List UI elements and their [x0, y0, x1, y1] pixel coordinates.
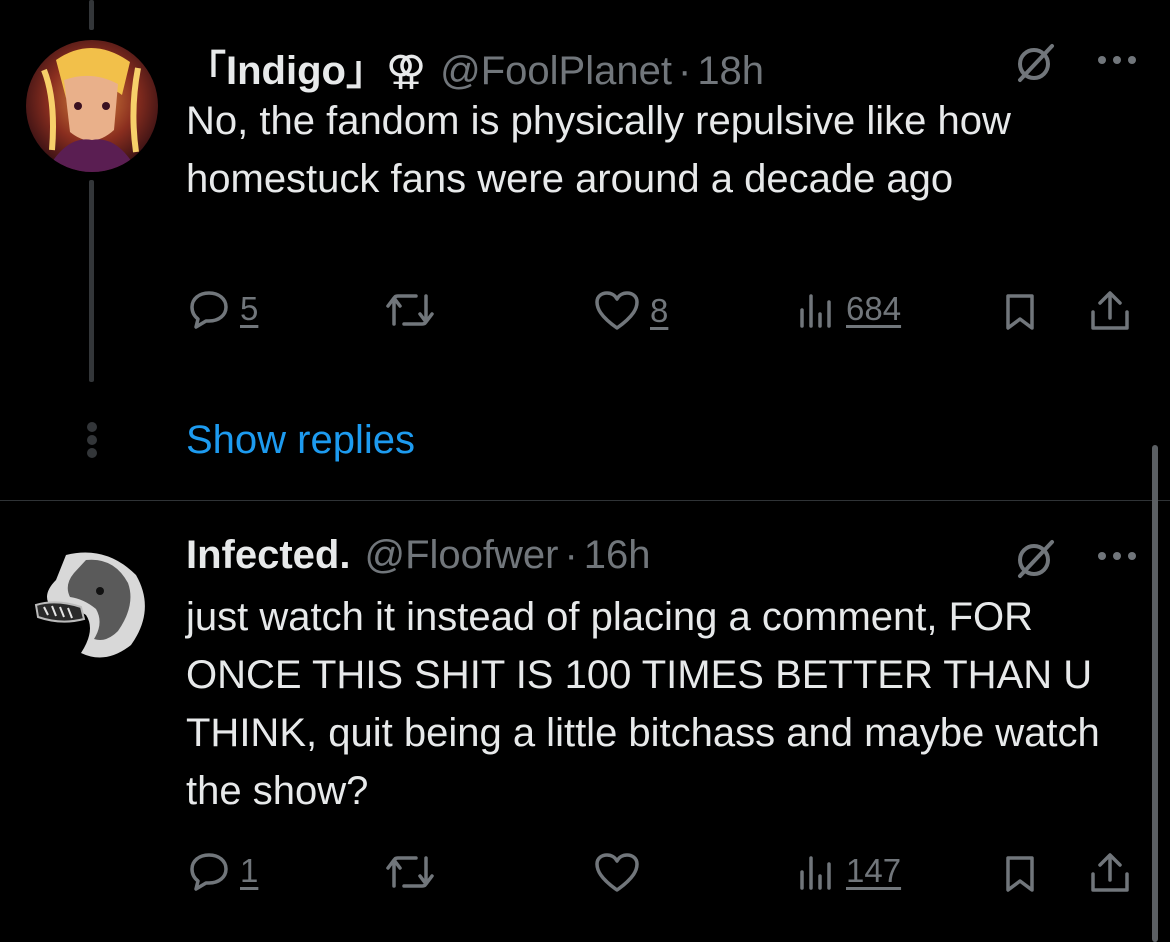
- avatar[interactable]: [26, 535, 158, 667]
- thread-connector: [89, 180, 94, 382]
- separator-dot: ·: [564, 533, 578, 577]
- views-button[interactable]: 684: [796, 290, 901, 328]
- tweet-header: 「Indigo」⚢ @FoolPlanet · 18h: [186, 38, 764, 96]
- views-icon: [796, 852, 836, 890]
- reply-icon: [188, 288, 230, 330]
- thread-more-dots-icon[interactable]: [84, 420, 100, 460]
- reply-button[interactable]: 5: [188, 288, 258, 330]
- reply-icon: [188, 850, 230, 892]
- grok-icon[interactable]: [1014, 40, 1058, 84]
- more-options-icon[interactable]: [1096, 550, 1138, 562]
- like-count: 8: [650, 292, 669, 329]
- like-button[interactable]: [594, 852, 650, 894]
- retweet-button[interactable]: [384, 290, 446, 330]
- grok-icon[interactable]: [1014, 536, 1058, 580]
- tweet-header: Infected. @Floofwer · 16h: [186, 533, 651, 578]
- heart-icon: [594, 852, 640, 894]
- avatar[interactable]: [26, 40, 158, 172]
- reply-button[interactable]: 1: [188, 850, 258, 892]
- divider: [0, 500, 1170, 501]
- bookmark-icon[interactable]: [1000, 854, 1040, 894]
- timestamp[interactable]: 18h: [697, 49, 764, 94]
- separator-dot: ·: [677, 49, 692, 93]
- tweet-text: just watch it instead of placing a comme…: [186, 595, 1100, 813]
- like-button[interactable]: 8: [594, 290, 668, 332]
- handle[interactable]: @FoolPlanet: [440, 49, 672, 94]
- display-name[interactable]: 「Indigo」⚢: [186, 38, 426, 96]
- retweet-icon: [384, 852, 436, 892]
- more-options-icon[interactable]: [1096, 54, 1138, 66]
- retweet-icon: [384, 290, 436, 330]
- share-icon[interactable]: [1088, 852, 1132, 894]
- handle[interactable]: @Floofwer: [364, 533, 558, 578]
- reply-count: 1: [240, 852, 259, 889]
- display-name[interactable]: Infected.: [186, 533, 350, 578]
- heart-icon: [594, 290, 640, 332]
- thread-connector-top: [89, 0, 94, 30]
- show-replies-link[interactable]: Show replies: [186, 418, 415, 463]
- scrollbar[interactable]: [1152, 445, 1158, 942]
- bookmark-icon[interactable]: [1000, 292, 1040, 332]
- retweet-button[interactable]: [384, 852, 446, 892]
- share-icon[interactable]: [1088, 290, 1132, 332]
- view-count: 684: [846, 290, 902, 327]
- view-count: 147: [846, 852, 902, 889]
- tweet-text: No, the fandom is physically repulsive l…: [186, 99, 1011, 201]
- views-button[interactable]: 147: [796, 852, 901, 890]
- views-icon: [796, 290, 836, 328]
- timestamp[interactable]: 16h: [584, 533, 651, 578]
- reply-count: 5: [240, 290, 259, 327]
